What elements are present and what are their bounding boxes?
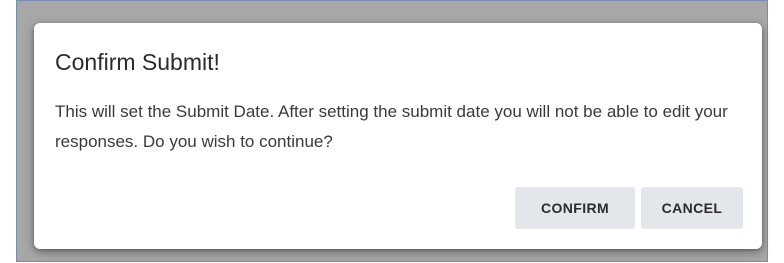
dialog-message: This will set the Submit Date. After set… <box>55 102 728 151</box>
cancel-button[interactable]: CANCEL <box>641 187 743 229</box>
confirm-submit-dialog: Confirm Submit! This will set the Submit… <box>34 23 762 249</box>
dialog-title: Confirm Submit! <box>55 49 220 75</box>
dialog-actions: CONFIRM CANCEL <box>515 187 743 229</box>
confirm-button[interactable]: CONFIRM <box>515 187 635 229</box>
